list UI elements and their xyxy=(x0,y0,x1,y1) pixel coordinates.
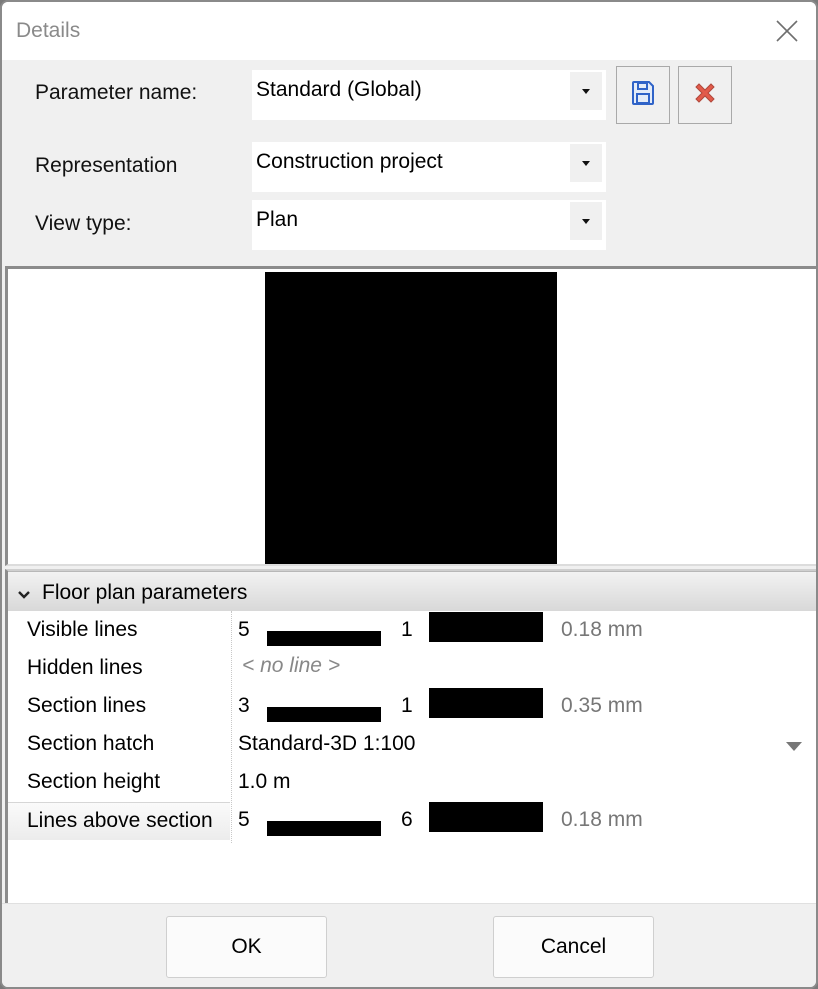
property-value[interactable]: < no line > xyxy=(234,650,816,688)
chevron-down-icon[interactable] xyxy=(16,584,32,599)
line-type-swatch xyxy=(429,802,543,832)
preview-pane xyxy=(5,266,816,566)
pen-number: 5 xyxy=(238,618,250,641)
pen-swatch xyxy=(267,707,381,722)
dialog-footer: OK Cancel xyxy=(2,903,816,987)
pen-number: 3 xyxy=(238,694,250,717)
property-row-hidden-lines[interactable]: Hidden lines < no line > xyxy=(8,650,816,688)
line-type-swatch xyxy=(429,688,543,718)
line-thickness: 0.35 mm xyxy=(561,694,643,717)
group-header-floor-plan[interactable]: Floor plan parameters xyxy=(8,571,816,611)
section-height-input[interactable]: 1.0 m xyxy=(234,764,816,802)
property-row-visible-lines[interactable]: Visible lines 5 1 0.18 mm xyxy=(8,612,816,650)
property-name[interactable]: Section hatch xyxy=(8,726,230,764)
dialog-title: Details xyxy=(16,19,81,42)
group-title: Floor plan parameters xyxy=(42,581,248,604)
chevron-down-icon[interactable] xyxy=(786,742,802,751)
line-type-swatch xyxy=(429,612,543,642)
chevron-down-icon[interactable] xyxy=(570,202,602,240)
property-name[interactable]: Visible lines xyxy=(8,612,230,650)
ok-button[interactable]: OK xyxy=(166,916,327,978)
property-row-section-lines[interactable]: Section lines 3 1 0.35 mm xyxy=(8,688,816,726)
cancel-button[interactable]: Cancel xyxy=(493,916,654,978)
line-thickness: 0.18 mm xyxy=(561,808,643,831)
preview-image xyxy=(265,272,557,564)
property-value[interactable]: 3 1 0.35 mm xyxy=(234,688,816,726)
property-row-lines-above-section[interactable]: Lines above section 5 6 0.18 mm xyxy=(8,802,816,840)
view-type-dropdown[interactable]: Plan xyxy=(252,200,606,250)
line-type-number: 1 xyxy=(401,694,413,717)
chevron-down-icon[interactable] xyxy=(570,72,602,110)
property-name[interactable]: Hidden lines xyxy=(8,650,230,688)
representation-value: Construction project xyxy=(256,150,443,173)
representation-dropdown[interactable]: Construction project xyxy=(252,142,606,192)
property-row-section-hatch[interactable]: Section hatch Standard-3D 1:100 xyxy=(8,726,816,764)
view-type-value: Plan xyxy=(256,208,299,231)
pen-swatch xyxy=(267,821,381,836)
section-height-value: 1.0 m xyxy=(238,770,291,793)
line-type-number: 1 xyxy=(401,618,413,641)
view-type-label: View type: xyxy=(35,212,132,235)
property-row-section-height[interactable]: Section height 1.0 m xyxy=(8,764,816,802)
pen-number: 5 xyxy=(238,808,250,831)
parameter-name-dropdown[interactable]: Standard (Global) xyxy=(252,70,606,120)
property-name[interactable]: Lines above section xyxy=(8,802,230,840)
close-icon[interactable] xyxy=(770,14,804,48)
representation-label: Representation xyxy=(35,154,178,177)
save-button[interactable] xyxy=(616,66,670,124)
property-name[interactable]: Section height xyxy=(8,764,230,802)
property-name[interactable]: Section lines xyxy=(8,688,230,726)
delete-button[interactable] xyxy=(678,66,732,124)
property-value[interactable]: 5 6 0.18 mm xyxy=(234,802,816,840)
parameter-name-label: Parameter name: xyxy=(35,81,198,104)
save-icon xyxy=(631,80,655,111)
delete-icon xyxy=(692,80,718,111)
line-type-number: 6 xyxy=(401,808,413,831)
line-thickness: 0.18 mm xyxy=(561,618,643,641)
title-bar: Details xyxy=(2,2,816,60)
section-hatch-dropdown[interactable]: Standard-3D 1:100 xyxy=(234,726,816,764)
section-hatch-value: Standard-3D 1:100 xyxy=(238,732,416,755)
property-grid: Floor plan parameters Visible lines 5 1 … xyxy=(5,569,816,903)
details-dialog: Details Parameter name: Standard (Global… xyxy=(0,0,818,989)
property-value[interactable]: 5 1 0.18 mm xyxy=(234,612,816,650)
chevron-down-icon[interactable] xyxy=(570,144,602,182)
pen-swatch xyxy=(267,631,381,646)
parameter-name-value: Standard (Global) xyxy=(256,78,422,101)
no-line-text: < no line > xyxy=(242,654,341,677)
